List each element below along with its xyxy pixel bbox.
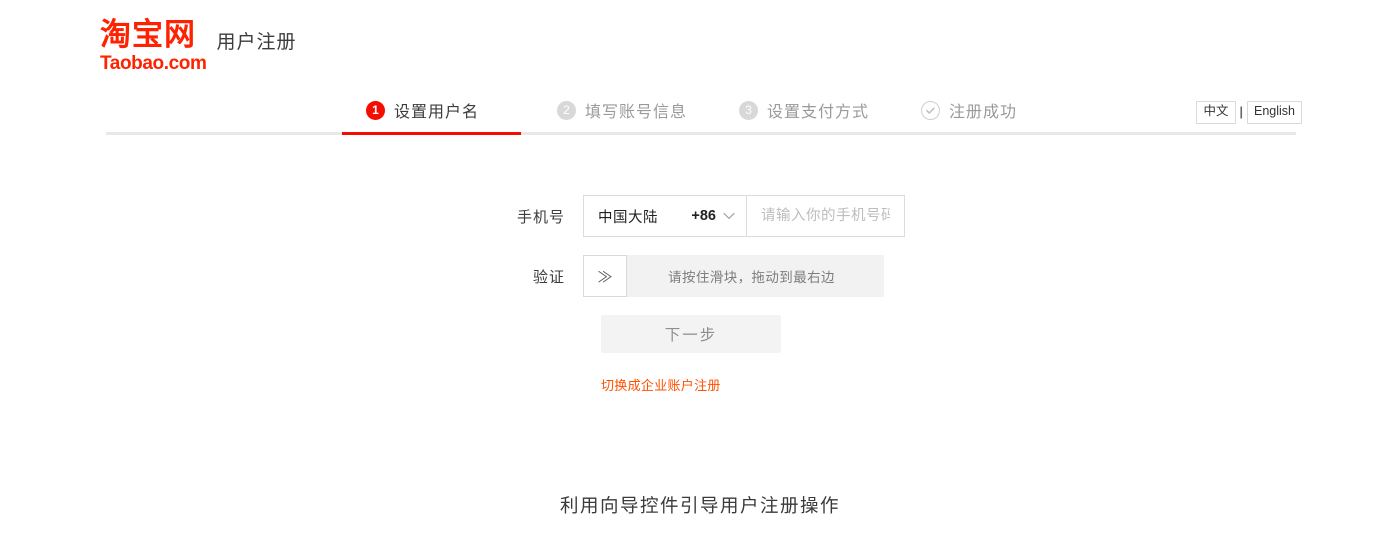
phone-field-group: 中国大陆 +86 [583, 195, 905, 237]
slider-handle[interactable]: ≫ [583, 255, 627, 297]
language-separator: | [1239, 105, 1244, 120]
phone-row: 手机号 中国大陆 +86 [0, 195, 1400, 237]
registration-form: 手机号 中国大陆 +86 验证 ≫ 请按住滑块，拖动到最右边 下一步 [0, 195, 1400, 394]
phone-number-input[interactable] [747, 195, 905, 237]
country-name-text: 中国大陆 [598, 209, 658, 226]
phone-label: 手机号 [516, 208, 565, 226]
step-label-1: 设置用户名 [394, 104, 480, 121]
layout-spacer [0, 375, 601, 394]
page-header: 淘宝网 Taobao.com 用户注册 [0, 0, 1400, 88]
captcha-label: 验证 [532, 268, 565, 286]
language-option-chinese[interactable]: 中文 [1196, 101, 1236, 124]
steps-divider [106, 132, 1296, 135]
step-label-3: 设置支付方式 [767, 104, 870, 121]
brand: 淘宝网 Taobao.com 用户注册 [100, 17, 297, 74]
country-code-select[interactable]: 中国大陆 +86 [583, 195, 747, 237]
next-button-row: 下一步 [0, 315, 1400, 353]
slider-track-text: 请按住滑块，拖动到最右边 [668, 270, 835, 285]
layout-spacer [0, 315, 601, 353]
step-item-1[interactable]: 1 设置用户名 [366, 88, 479, 132]
steps-active-underline [342, 132, 521, 135]
next-step-button[interactable]: 下一步 [601, 315, 781, 353]
page-title: 用户注册 [216, 32, 297, 53]
step-indicator: 1 设置用户名 2 填写账号信息 3 设置支付方式 注册成功 [0, 88, 1400, 144]
chevron-down-icon [723, 212, 735, 220]
step-item-2[interactable]: 2 填写账号信息 [557, 88, 687, 132]
language-option-english[interactable]: English [1247, 101, 1302, 124]
step-label-4: 注册成功 [949, 104, 1018, 121]
captcha-row: 验证 ≫ 请按住滑块，拖动到最右边 [0, 255, 1400, 297]
slider-captcha[interactable]: ≫ 请按住滑块，拖动到最右边 [583, 255, 884, 297]
country-dial-code-text: +86 [691, 208, 716, 224]
check-circle-icon [921, 100, 941, 120]
language-switcher: 中文 | English [1196, 101, 1302, 124]
page-caption: 利用向导控件引导用户注册操作 [559, 495, 840, 516]
step-badge-2: 2 [557, 100, 577, 120]
step-item-3[interactable]: 3 设置支付方式 [739, 88, 869, 132]
step-item-4[interactable]: 注册成功 [921, 88, 1017, 132]
switch-to-enterprise-account-link[interactable]: 切换成企业账户注册 [601, 375, 721, 394]
switch-link-row: 切换成企业账户注册 [0, 375, 1400, 394]
step-label-2: 填写账号信息 [585, 104, 688, 121]
step-badge-3: 3 [739, 100, 759, 120]
step-badge-1: 1 [366, 100, 385, 120]
taobao-logo[interactable]: 淘宝网 Taobao.com [100, 17, 207, 74]
logo-latin-text: Taobao.com [100, 53, 207, 74]
steps-list: 1 设置用户名 2 填写账号信息 3 设置支付方式 注册成功 [366, 88, 1017, 132]
logo-chinese-text: 淘宝网 [100, 17, 196, 53]
